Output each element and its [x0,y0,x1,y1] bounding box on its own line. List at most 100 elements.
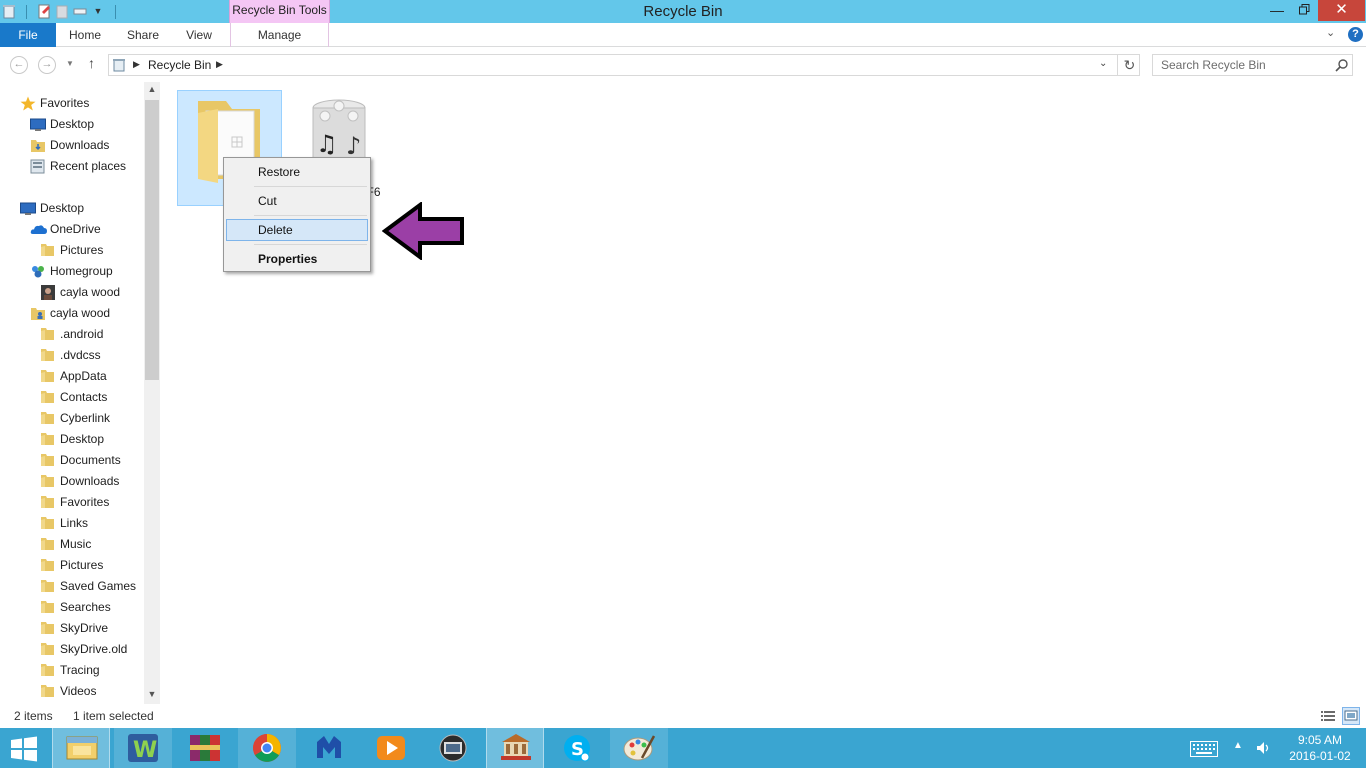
nav-item-label: Recent places [50,159,127,173]
folder-icon [40,411,56,426]
expand-ribbon-chevron-icon[interactable]: ⌄ [1326,26,1335,39]
search-input[interactable]: Search Recycle Bin [1152,54,1353,76]
restore-button[interactable] [1291,0,1318,21]
nav-item-label: Contacts [60,390,108,404]
folder-icon [40,495,56,510]
tab-manage[interactable]: Manage [230,23,329,47]
taskbar-winrar[interactable] [176,728,234,768]
customize-qat-chevron-icon[interactable]: ▼ [91,4,105,19]
taskbar-skype[interactable]: S [548,728,606,768]
tab-view[interactable]: View [176,23,222,47]
menu-separator [254,244,367,245]
homegroup-icon [30,264,46,279]
nav-item-label: Documents [60,453,121,467]
desktop-icon [30,117,46,132]
folder-icon [40,432,56,447]
properties-icon[interactable] [37,4,51,19]
taskbar-file-explorer[interactable] [52,728,110,768]
folder-icon [40,537,56,552]
nav-item-label: AppData [60,369,107,383]
search-icon[interactable] [1335,58,1349,72]
nav-item-label: SkyDrive.old [60,642,128,656]
minimize-button[interactable]: — [1262,0,1292,21]
folder-icon [40,558,56,573]
scrollbar-thumb[interactable] [145,100,159,380]
volume-icon[interactable] [1255,740,1271,756]
breadcrumb-separator-icon[interactable]: ▶ [133,59,140,70]
folder-icon [40,621,56,636]
window-title: Recycle Bin [643,3,723,20]
taskbar-archive-app[interactable] [486,728,544,768]
taskbar-video-player[interactable] [362,728,420,768]
nav-scrollbar[interactable]: ▲ ▼ [144,82,160,704]
nav-item-label: Pictures [60,558,104,572]
folder-icon [40,516,56,531]
menu-separator [254,215,367,216]
item-count: 2 items [14,709,53,723]
forward-button[interactable]: → [38,56,56,74]
ribbon-tab-bar: File Home Share View Manage ⌄ ? [0,23,1366,47]
scroll-down-arrow-icon[interactable]: ▼ [144,689,160,699]
help-icon[interactable]: ? [1348,27,1363,42]
nav-item-label: OneDrive [50,222,101,236]
tab-home[interactable]: Home [62,23,108,47]
menu-separator [254,186,367,187]
nav-item-label: cayla wood [50,306,111,320]
show-hidden-icons-chevron-icon[interactable]: ▲ [1233,740,1243,751]
star-icon [20,96,36,111]
menu-item-properties[interactable]: Properties [226,248,368,270]
scroll-up-arrow-icon[interactable]: ▲ [144,84,160,94]
chrome-icon [253,734,281,762]
context-menu: Restore Cut Delete Properties [223,157,371,272]
nav-item-label: Cyberlink [60,411,111,425]
menu-item-restore[interactable]: Restore [226,161,368,183]
taskbar-paint[interactable] [610,728,668,768]
clock-date[interactable]: 2016-01-02 [1280,749,1360,763]
recycle-bin-small-icon[interactable] [2,4,16,19]
wps-writer-icon: W [128,734,158,763]
recent-places-icon [30,159,46,174]
close-button[interactable]: ✕ [1318,0,1365,21]
touch-keyboard-icon[interactable] [1190,741,1218,757]
folder-icon [40,600,56,615]
qat-separator [115,4,116,19]
folder-icon [40,642,56,657]
taskbar-malwarebytes[interactable] [300,728,358,768]
breadcrumb-separator-icon[interactable]: ▶ [216,59,223,70]
tab-share[interactable]: Share [120,23,166,47]
film-reel-icon [439,734,467,762]
clock-time[interactable]: 9:05 AM [1280,733,1360,747]
address-row: ← → ▼ ↑ ▶ Recycle Bin ▶ ⌄ ↻ Search Recyc… [0,48,1366,82]
rename-icon[interactable] [73,4,87,19]
nav-item-label: Desktop [60,432,105,446]
menu-item-cut[interactable]: Cut [226,190,368,212]
breadcrumb-recycle-bin[interactable]: Recycle Bin [148,58,211,72]
search-placeholder: Search Recycle Bin [1161,58,1266,72]
taskbar-wps-writer[interactable]: W [114,728,172,768]
menu-item-delete[interactable]: Delete [226,219,368,241]
folder-icon [40,663,56,678]
nav-item-label: Videos [60,684,97,698]
back-button[interactable]: ← [10,56,28,74]
nav-item-label: .android [60,327,104,341]
folder-icon [40,348,56,363]
recent-locations-chevron-icon[interactable]: ▼ [66,59,74,68]
tab-file[interactable]: File [0,23,56,47]
new-folder-icon[interactable] [55,4,69,19]
taskbar-film-reel[interactable] [424,728,482,768]
folder-icon [40,579,56,594]
downloads-folder-icon [30,138,46,153]
address-history-dropdown-icon[interactable]: ⌄ [1099,58,1107,69]
folder-icon [40,474,56,489]
refresh-button[interactable]: ↻ [1117,55,1141,75]
selection-count: 1 item selected [73,709,154,723]
nav-item-label: cayla wood [60,285,121,299]
details-view-icon[interactable] [1320,708,1336,724]
address-bar[interactable]: ▶ Recycle Bin ▶ ⌄ ↻ [108,54,1140,76]
large-icons-view-button[interactable] [1342,707,1360,725]
nav-item-label: Tracing [60,663,100,677]
taskbar-chrome[interactable] [238,728,296,768]
up-button[interactable]: ↑ [88,55,95,71]
start-button[interactable] [8,736,40,762]
onedrive-icon [30,222,47,237]
